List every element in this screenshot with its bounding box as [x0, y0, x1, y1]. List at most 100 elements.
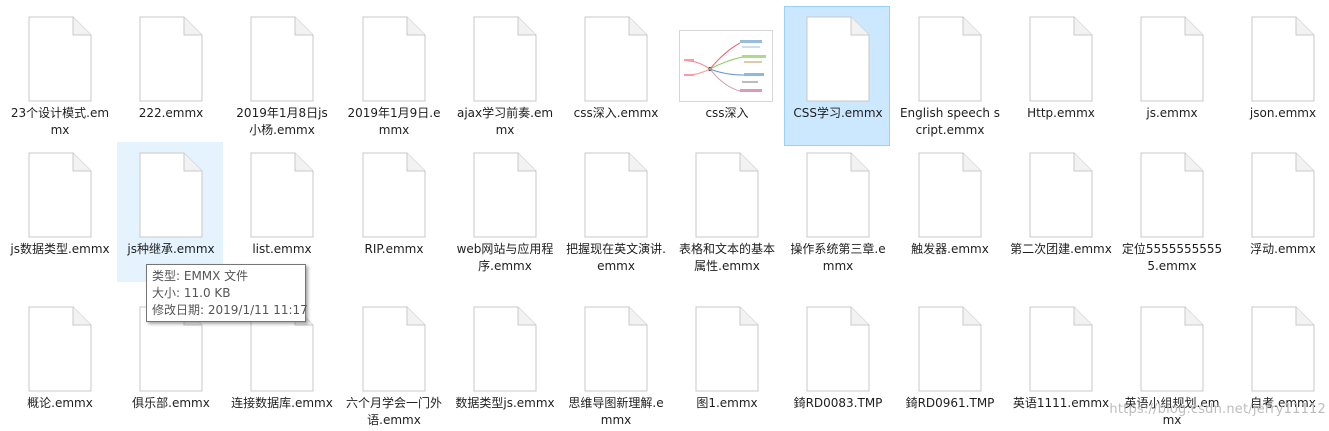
file-item[interactable]: 概论.emmx	[6, 296, 112, 431]
file-label: CSS学习.emmx	[793, 106, 883, 120]
file-label: 图1.emmx	[696, 396, 758, 410]
file-label: css深入	[705, 106, 749, 120]
file-item[interactable]: 英语1111.emmx	[1007, 296, 1113, 431]
file-item[interactable]: css深入.emmx	[562, 6, 668, 146]
file-item[interactable]: 23个设计模式.emmx	[6, 6, 112, 146]
document-icon	[806, 306, 870, 392]
file-thumbnail	[1008, 7, 1114, 103]
file-thumbnail	[1230, 7, 1329, 103]
document-icon	[806, 152, 870, 238]
file-item[interactable]: 把握现在英文演讲.emmx	[562, 142, 668, 282]
document-icon	[806, 16, 870, 102]
tooltip-size: 大小: 11.0 KB	[152, 286, 231, 300]
document-icon	[1140, 152, 1204, 238]
document-icon	[918, 306, 982, 392]
file-label: js.emmx	[1146, 106, 1198, 120]
file-item[interactable]: 图1.emmx	[673, 296, 779, 431]
file-item[interactable]: 表格和文本的基本属性.emmx	[673, 142, 779, 282]
file-grid: 23个设计模式.emmx 222.emmx 2019年1月8日js小杨.emmx 20…	[0, 0, 1329, 431]
document-icon	[584, 152, 648, 238]
file-item[interactable]: 第二次团建.emmx	[1007, 142, 1113, 282]
file-label: 2019年1月8日js小杨.emmx	[236, 106, 328, 137]
file-thumbnail	[341, 143, 447, 239]
file-thumbnail	[229, 7, 335, 103]
document-icon	[28, 152, 92, 238]
file-item[interactable]: css深入	[673, 6, 779, 146]
document-icon	[1251, 16, 1315, 102]
file-label: json.emmx	[1249, 106, 1317, 120]
document-icon	[28, 16, 92, 102]
document-icon	[1251, 306, 1315, 392]
file-thumbnail	[1230, 143, 1329, 239]
document-icon	[250, 152, 314, 238]
document-icon	[918, 152, 982, 238]
file-thumbnail	[341, 297, 447, 393]
file-item[interactable]: 定位55555555555.emmx	[1118, 142, 1224, 282]
document-icon	[473, 16, 537, 102]
document-icon	[1029, 16, 1093, 102]
document-icon	[695, 152, 759, 238]
file-label: 操作系统第三章.emmx	[790, 242, 886, 273]
file-item[interactable]: 浮动.emmx	[1229, 142, 1329, 282]
mindmap-thumbnail-icon	[679, 30, 773, 102]
file-item[interactable]: 錡RD0083.TMP	[784, 296, 890, 431]
document-icon	[139, 16, 203, 102]
file-thumbnail	[674, 7, 780, 103]
file-thumbnail	[1119, 143, 1225, 239]
file-item[interactable]: RIP.emmx	[340, 142, 446, 282]
file-item[interactable]: ajax学习前奏.emmx	[451, 6, 557, 146]
file-item[interactable]: 222.emmx	[117, 6, 223, 146]
file-label: 2019年1月9日.emmx	[347, 106, 441, 137]
file-thumbnail	[563, 143, 669, 239]
file-tooltip: 类型: EMMX 文件 大小: 11.0 KB 修改日期: 2019/1/11 …	[146, 264, 308, 322]
file-item[interactable]: 2019年1月9日.emmx	[340, 6, 446, 146]
file-item[interactable]: English speech script.emmx	[896, 6, 1002, 146]
file-item[interactable]: 思维导图新理解.emmx	[562, 296, 668, 431]
file-thumbnail	[7, 143, 113, 239]
file-thumbnail	[118, 143, 224, 239]
tooltip-type: 类型: EMMX 文件	[152, 269, 249, 283]
file-item[interactable]: list.emmx	[228, 142, 334, 282]
file-item[interactable]: 2019年1月8日js小杨.emmx	[228, 6, 334, 146]
file-thumbnail	[785, 297, 891, 393]
file-label: 23个设计模式.emmx	[10, 106, 110, 137]
document-icon	[362, 152, 426, 238]
file-label: 连接数据库.emmx	[231, 396, 333, 410]
file-item[interactable]: 触发器.emmx	[896, 142, 1002, 282]
file-item[interactable]: CSS学习.emmx	[784, 6, 890, 146]
file-label: web网站与应用程序.emmx	[456, 242, 554, 273]
file-label: js数据类型.emmx	[10, 242, 110, 256]
file-thumbnail	[563, 7, 669, 103]
file-item[interactable]: 操作系统第三章.emmx	[784, 142, 890, 282]
document-icon	[584, 16, 648, 102]
document-icon	[139, 152, 203, 238]
watermark: https://blog.csdn.net/jerry11112	[1109, 402, 1326, 417]
file-item[interactable]: js数据类型.emmx	[6, 142, 112, 282]
file-thumbnail	[452, 143, 558, 239]
file-label: 錡RD0083.TMP	[793, 396, 883, 410]
file-label: Http.emmx	[1027, 106, 1095, 120]
file-thumbnail	[1119, 297, 1225, 393]
file-item[interactable]: 錡RD0961.TMP	[896, 296, 1002, 431]
file-item[interactable]: 数据类型js.emmx	[451, 296, 557, 431]
tooltip-modified: 修改日期: 2019/1/11 11:17	[152, 303, 308, 317]
file-item[interactable]: Http.emmx	[1007, 6, 1113, 146]
file-item[interactable]: js种继承.emmx	[117, 142, 223, 282]
file-label: 第二次团建.emmx	[1010, 242, 1112, 256]
file-label: 俱乐部.emmx	[132, 396, 210, 410]
file-item[interactable]: 六个月学会一门外语.emmx	[340, 296, 446, 431]
file-item[interactable]: js.emmx	[1118, 6, 1224, 146]
file-item[interactable]: web网站与应用程序.emmx	[451, 142, 557, 282]
file-thumbnail	[229, 143, 335, 239]
document-icon	[28, 306, 92, 392]
document-icon	[1029, 306, 1093, 392]
document-icon	[473, 152, 537, 238]
file-label: list.emmx	[252, 242, 312, 256]
file-label: 錡RD0961.TMP	[905, 396, 995, 410]
file-thumbnail	[1008, 297, 1114, 393]
file-label: 思维导图新理解.emmx	[568, 396, 664, 427]
file-thumbnail	[341, 7, 447, 103]
file-item[interactable]: json.emmx	[1229, 6, 1329, 146]
file-label: 把握现在英文演讲.emmx	[566, 242, 666, 273]
file-thumbnail	[897, 297, 1003, 393]
